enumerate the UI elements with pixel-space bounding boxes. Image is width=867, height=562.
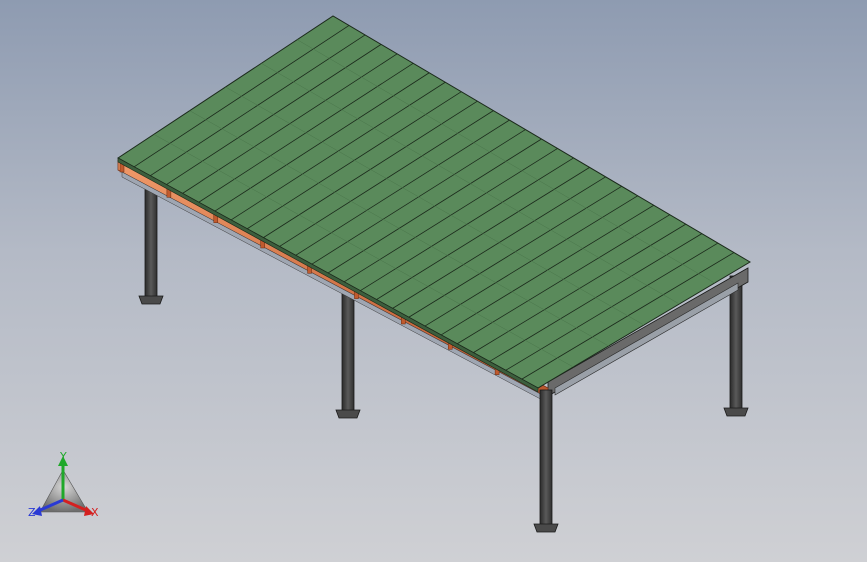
- column-front-right[interactable]: [533, 389, 559, 533]
- x-axis-label: X: [91, 506, 99, 519]
- column-right-rear[interactable]: [723, 275, 749, 417]
- orientation-triad[interactable]: Y X Z: [28, 450, 99, 519]
- cad-viewport[interactable]: Y X Z: [0, 0, 867, 562]
- z-axis-label: Z: [28, 506, 36, 519]
- y-axis-label: Y: [59, 450, 67, 463]
- column-back-mid[interactable]: [335, 283, 361, 419]
- model-view[interactable]: Y X Z: [0, 0, 867, 562]
